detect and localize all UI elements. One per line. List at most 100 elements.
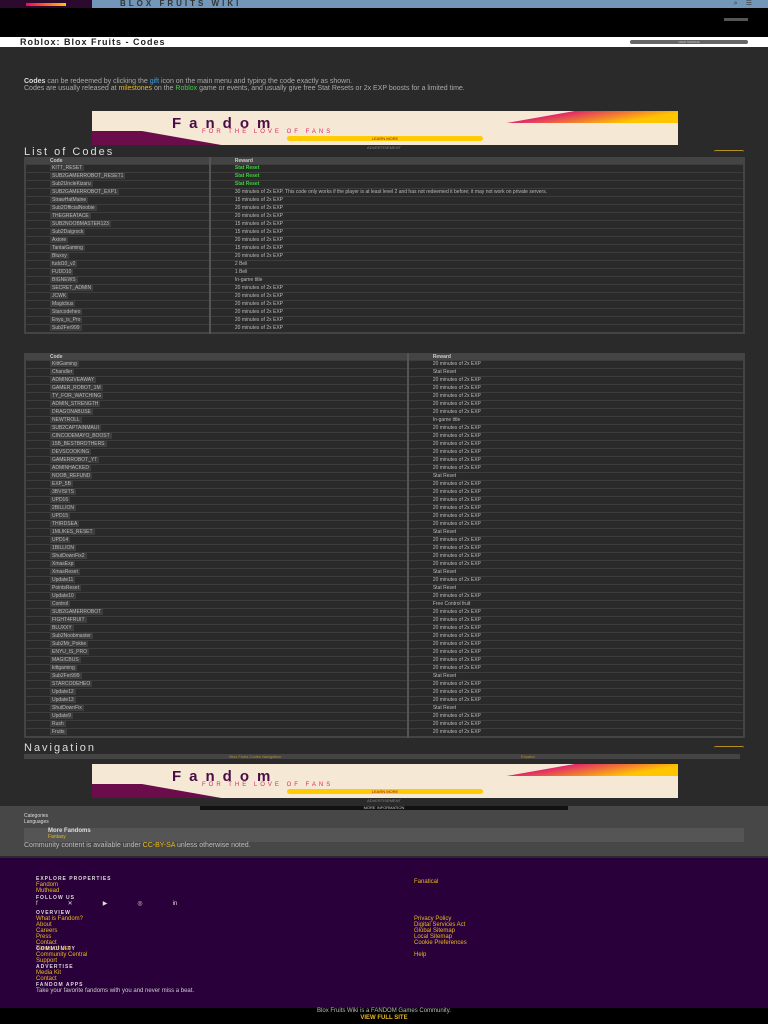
code-text[interactable]: Sub2Fer999 — [50, 325, 82, 331]
code-text[interactable]: Bluxxy — [50, 253, 69, 259]
code-text[interactable]: 2BILLION — [50, 505, 76, 511]
wiki-name[interactable]: BLOX FRUITS WIKI — [120, 0, 241, 8]
code-text[interactable]: DRAGONABUSE — [50, 409, 93, 415]
code-text[interactable]: JCWK — [50, 293, 69, 299]
code-text[interactable]: UPD14 — [50, 537, 71, 543]
code-text[interactable]: ADMIN_STRENGTH — [50, 401, 101, 407]
code-text[interactable]: Sub2Mr_Pokke — [50, 641, 89, 647]
code-text[interactable]: SUB2GAMERROBOT_RESET1 — [50, 173, 126, 179]
code-text[interactable]: TY_FOR_WATCHING — [50, 393, 104, 399]
roblox-link[interactable]: Roblox — [175, 85, 197, 92]
code-text[interactable]: XmasExp — [50, 561, 76, 567]
code-text[interactable]: Update9 — [50, 713, 73, 719]
gift-link[interactable]: gift — [150, 78, 159, 85]
code-text[interactable]: Axiore — [50, 237, 69, 243]
code-text[interactable]: 1MLIKES_RESET — [50, 529, 95, 535]
code-text[interactable]: Sub2OfficialNoobie — [50, 205, 97, 211]
code-text[interactable]: DEVSCOOKING — [50, 449, 92, 455]
code-text[interactable]: THIRDSEA — [50, 521, 80, 527]
chevron-icon[interactable] — [714, 150, 744, 154]
code-text[interactable]: Sub2Daigrock — [50, 229, 86, 235]
navbox-expand[interactable]: Expand — [521, 754, 535, 759]
code-text[interactable]: Update13 — [50, 697, 76, 703]
code-text[interactable]: ShutDownFix2 — [50, 553, 87, 559]
code-text[interactable]: UPD16 — [50, 497, 71, 503]
code-text[interactable]: SECRET_ADMIN — [50, 285, 94, 291]
search-icon[interactable]: ⌕ — [734, 0, 738, 8]
section-heading-codes[interactable]: List of Codes — [24, 146, 744, 158]
code-text[interactable]: Update12 — [50, 689, 76, 695]
code-text[interactable]: BLUXXY — [50, 625, 74, 631]
view-source-button[interactable]: VIEW SOURCE — [630, 40, 748, 44]
chevron-icon[interactable] — [714, 746, 744, 750]
close-icon[interactable] — [724, 18, 748, 21]
code-text[interactable]: THEGREATACE — [50, 213, 91, 219]
code-text[interactable]: Rush — [50, 721, 66, 727]
youtube-icon[interactable]: ▶ — [103, 901, 108, 907]
code-text[interactable]: Sub2Noobmaster — [50, 633, 93, 639]
code-text[interactable]: BIGNEWS — [50, 277, 78, 283]
code-text[interactable]: SUB2GAMERROBOT — [50, 609, 104, 615]
code-text[interactable]: Starcodeheo — [50, 309, 83, 315]
code-text[interactable]: XmasReset — [50, 569, 80, 575]
code-text[interactable]: GAMER_ROBOT_1M — [50, 385, 103, 391]
code-text[interactable]: EXP_5B — [50, 481, 73, 487]
code-text[interactable]: 3BVISITS — [50, 489, 76, 495]
code-text[interactable]: Control — [50, 601, 71, 607]
code-text[interactable]: STARCODEHEO — [50, 681, 93, 687]
fantasy-link[interactable]: Fantasy — [48, 834, 720, 840]
languages-toggle[interactable]: Languages — [24, 819, 49, 825]
code-text[interactable]: 15B_BESTBROTHERS — [50, 441, 107, 447]
code-text[interactable]: Enyu_is_Pro — [50, 317, 83, 323]
ad-button[interactable]: LEARN MORE — [287, 789, 483, 794]
footer-link[interactable]: Help — [414, 952, 426, 958]
code-text[interactable]: 1BILLION — [50, 545, 76, 551]
code-text[interactable]: ShutDownFix — [50, 705, 84, 711]
code-text[interactable]: ADMINHACKED — [50, 465, 91, 471]
milestones-link[interactable]: milestones — [119, 85, 152, 92]
linkedin-icon[interactable]: in — [173, 901, 178, 907]
navbox-title[interactable]: Blox Fruits Codes Navigation — [229, 754, 281, 759]
footer-link[interactable]: Cookie Preferences — [414, 940, 467, 946]
code-text[interactable]: SUB2NOOBMASTER123 — [50, 221, 111, 227]
code-text[interactable]: KITT_RESET — [50, 165, 85, 171]
code-text[interactable]: KittGaming — [50, 361, 79, 367]
code-text[interactable]: TantaiGaming — [50, 245, 85, 251]
twitter-icon[interactable]: ✕ — [68, 901, 73, 907]
ad-button[interactable]: LEARN MORE — [287, 136, 483, 141]
code-text[interactable]: Fruits — [50, 729, 67, 735]
code-text[interactable]: ADMINGIVEAWAY — [50, 377, 97, 383]
instagram-icon[interactable]: ◎ — [137, 901, 142, 907]
view-full-site-link[interactable]: VIEW FULL SITE — [0, 1015, 768, 1022]
code-text[interactable]: SUB2CAPTAINMAUI — [50, 425, 101, 431]
code-text[interactable]: kittgaming — [50, 665, 77, 671]
code-text[interactable]: fudd10_v2 — [50, 261, 78, 267]
code-text[interactable]: FUDD10 — [50, 269, 74, 275]
code-text[interactable]: StrawHatMaine — [50, 197, 89, 203]
facebook-icon[interactable]: f — [36, 901, 38, 907]
code-text[interactable]: NEWTROLL — [50, 417, 82, 423]
code-text[interactable]: Sub2Fer999 — [50, 673, 82, 679]
footer-link[interactable]: Muthead — [36, 888, 112, 894]
code-text[interactable]: SUB2GAMERROBOT_EXP1 — [50, 189, 119, 195]
code-text[interactable]: Chandler — [50, 369, 75, 375]
section-heading-navigation[interactable]: Navigation — [24, 742, 744, 754]
code-text[interactable]: UPD15 — [50, 513, 71, 519]
code-text[interactable]: FIGHT4FRUIT — [50, 617, 87, 623]
code-text[interactable]: NOOB_REFUND — [50, 473, 93, 479]
license-link[interactable]: CC-BY-SA — [143, 842, 175, 849]
code-text[interactable]: Update10 — [50, 593, 76, 599]
footer-link[interactable]: Fanatical — [414, 879, 438, 885]
menu-icon[interactable]: ☰ — [746, 0, 752, 8]
code-text[interactable]: Sub2UncleKizaru — [50, 181, 93, 187]
fandom-logo[interactable] — [0, 0, 92, 8]
code-text[interactable]: MAGICBUS — [50, 657, 81, 663]
advertisement-banner-bottom[interactable]: Fandom FOR THE LOVE OF FANS LEARN MORE — [92, 764, 678, 798]
code-text[interactable]: ENYU_IS_PRO — [50, 649, 90, 655]
code-text[interactable]: CINCODEMAYO_BOOST — [50, 433, 112, 439]
code-text[interactable]: GAMERROBOT_YT — [50, 457, 100, 463]
code-text[interactable]: Update11 — [50, 577, 76, 583]
code-text[interactable]: PointsReset — [50, 585, 81, 591]
code-text[interactable]: Magicbus — [50, 301, 76, 307]
advertisement-banner[interactable]: Fandom FOR THE LOVE OF FANS LEARN MORE — [92, 111, 678, 145]
